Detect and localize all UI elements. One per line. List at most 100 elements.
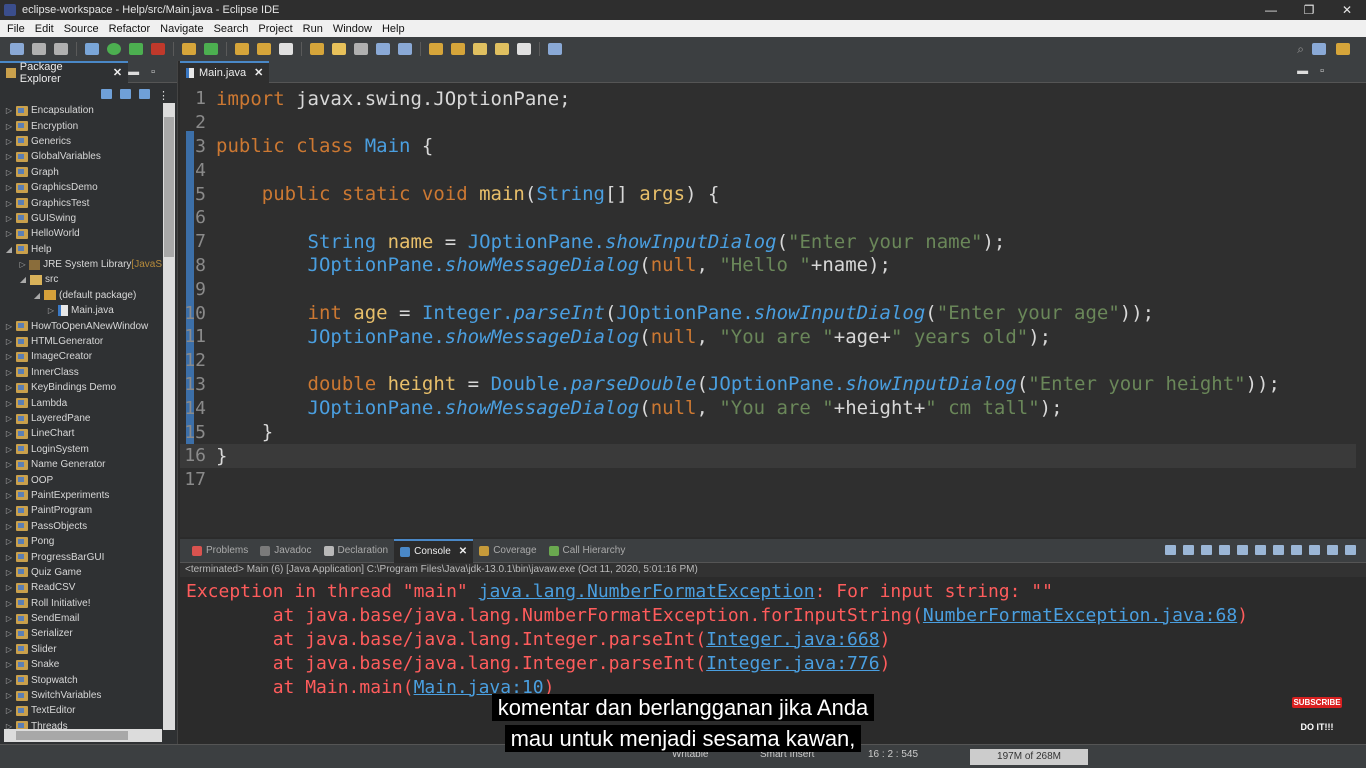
java-perspective-icon[interactable] <box>1336 43 1350 55</box>
menu-navigate[interactable]: Navigate <box>155 23 208 35</box>
tree-item[interactable]: ▷ GlobalVariables <box>0 149 162 164</box>
code-line[interactable]: 15 } <box>180 420 1356 444</box>
expand-arrow-icon[interactable]: ▷ <box>4 122 14 131</box>
view-min-max-icon[interactable]: ▬▫ <box>128 66 167 78</box>
tree-item[interactable]: ▷ Name Generator <box>0 457 162 472</box>
menu-file[interactable]: File <box>2 23 30 35</box>
expand-arrow-icon[interactable]: ▷ <box>4 583 14 592</box>
tree-item[interactable]: ▷ OOP <box>0 472 162 487</box>
expand-arrow-icon[interactable]: ▷ <box>4 322 14 331</box>
show-on-output-icon[interactable] <box>1273 545 1284 555</box>
editor-tab-main-java[interactable]: Main.java ✕ <box>180 60 270 83</box>
menu-edit[interactable]: Edit <box>30 23 59 35</box>
expand-arrow-icon[interactable]: ▷ <box>4 537 14 546</box>
close-tab-icon[interactable]: ✕ <box>459 546 467 557</box>
package-explorer-tab[interactable]: Package Explorer ✕ <box>0 60 129 85</box>
code-line[interactable]: 16} <box>180 443 1356 468</box>
tree-item[interactable]: ▷ GraphicsTest <box>0 195 162 210</box>
forward-icon[interactable] <box>495 43 509 55</box>
tree-vertical-scrollbar[interactable] <box>163 103 175 730</box>
back-icon[interactable] <box>473 43 487 55</box>
code-line[interactable]: 14 JOptionPane.showMessageDialog(null, "… <box>180 396 1356 420</box>
expand-arrow-icon[interactable]: ▷ <box>4 599 14 608</box>
coverage-icon[interactable] <box>129 43 143 55</box>
code-line[interactable]: 1 import javax.swing.JOptionPane; <box>180 87 1356 111</box>
code-line[interactable]: 13 double height = Double.parseDouble(JO… <box>180 373 1356 397</box>
expand-arrow-icon[interactable]: ▷ <box>4 506 14 515</box>
debug-icon[interactable] <box>85 43 99 55</box>
pin-editor-icon[interactable] <box>548 43 562 55</box>
expand-arrow-icon[interactable]: ▷ <box>4 137 14 146</box>
tree-item[interactable]: ▷ GraphicsDemo <box>0 180 162 195</box>
tree-item[interactable]: ▷ ImageCreator <box>0 349 162 364</box>
scrollbar-thumb[interactable] <box>164 117 174 257</box>
tree-item[interactable]: ▷ Serializer <box>0 626 162 641</box>
console-tab-problems[interactable]: Problems <box>186 545 254 556</box>
search-icon[interactable]: ⌕ <box>1297 42 1304 57</box>
menu-run[interactable]: Run <box>298 23 328 35</box>
tree-item[interactable]: ▷ SendEmail <box>0 611 162 626</box>
expand-arrow-icon[interactable]: ▷ <box>4 460 14 469</box>
code-line[interactable]: 2 <box>180 111 1356 135</box>
tree-item[interactable]: ▷ Roll Initiative! <box>0 596 162 611</box>
expand-arrow-icon[interactable]: ▷ <box>4 660 14 669</box>
collapse-arrow-icon[interactable]: ◢ <box>18 275 28 284</box>
minimize-button[interactable]: — <box>1252 0 1290 20</box>
view-menu-icon[interactable]: ⋮ <box>158 89 169 102</box>
expand-arrow-icon[interactable]: ▷ <box>4 199 14 208</box>
tree-item[interactable]: ▷ JRE System Library [JavaS <box>0 257 162 272</box>
stacktrace-link[interactable]: NumberFormatException.java:68 <box>923 605 1237 626</box>
new-java-project-icon[interactable] <box>182 43 196 55</box>
code-line[interactable]: 10 int age = Integer.parseInt(JOptionPan… <box>180 301 1356 325</box>
remove-all-icon[interactable] <box>1201 545 1212 555</box>
tree-item[interactable]: ◢ (default package) <box>0 288 162 303</box>
tree-item[interactable]: ▷ Lambda <box>0 395 162 410</box>
next-annotation-icon[interactable] <box>429 43 443 55</box>
expand-arrow-icon[interactable]: ▷ <box>4 429 14 438</box>
show-whitespace-icon[interactable] <box>376 43 390 55</box>
console-tab-coverage[interactable]: Coverage <box>473 545 542 556</box>
collapse-arrow-icon[interactable]: ◢ <box>32 291 42 300</box>
expand-arrow-icon[interactable]: ▷ <box>4 352 14 361</box>
console-tab-call-hierarchy[interactable]: Call Hierarchy <box>543 545 632 556</box>
new-icon[interactable] <box>10 43 24 55</box>
terminate-icon[interactable] <box>1165 545 1176 555</box>
expand-arrow-icon[interactable]: ▷ <box>4 614 14 623</box>
tree-item[interactable]: ▷ GUISwing <box>0 211 162 226</box>
new-class-icon[interactable] <box>204 43 218 55</box>
expand-arrow-icon[interactable]: ▷ <box>4 414 14 423</box>
close-tab-icon[interactable]: ✕ <box>254 66 263 79</box>
tree-item[interactable]: ▷ Encryption <box>0 118 162 133</box>
tree-item[interactable]: ▷ Stopwatch <box>0 672 162 687</box>
open-task-icon[interactable] <box>257 43 271 55</box>
tree-item[interactable]: ▷ ReadCSV <box>0 580 162 595</box>
block-select-icon[interactable] <box>354 43 368 55</box>
expand-arrow-icon[interactable]: ▷ <box>4 368 14 377</box>
pin-console-icon[interactable] <box>1309 545 1320 555</box>
collapse-all-icon[interactable] <box>101 89 112 99</box>
stacktrace-link[interactable]: Integer.java:668 <box>706 629 879 650</box>
code-line[interactable]: 11 JOptionPane.showMessageDialog(null, "… <box>180 325 1356 349</box>
external-tools-icon[interactable] <box>151 43 165 55</box>
filter-icon[interactable] <box>139 89 150 99</box>
code-line[interactable]: 12 <box>180 349 1356 373</box>
open-type-icon[interactable] <box>235 43 249 55</box>
tree-item[interactable]: ▷ LoginSystem <box>0 442 162 457</box>
code-line[interactable]: 9 <box>180 277 1356 301</box>
tree-item[interactable]: ▷ Graph <box>0 165 162 180</box>
remove-launch-icon[interactable] <box>1183 545 1194 555</box>
tree-item[interactable]: ▷ HowToOpenANewWindow <box>0 318 162 333</box>
close-button[interactable]: ✕ <box>1328 0 1366 20</box>
show-on-error-icon[interactable] <box>1291 545 1302 555</box>
pilcrow-icon[interactable] <box>398 43 412 55</box>
menu-search[interactable]: Search <box>209 23 254 35</box>
expand-arrow-icon[interactable]: ▷ <box>4 568 14 577</box>
scroll-lock-icon[interactable] <box>1237 545 1248 555</box>
code-line[interactable]: 4 <box>180 158 1356 182</box>
expand-arrow-icon[interactable]: ▷ <box>18 260 27 269</box>
code-line[interactable]: 8 JOptionPane.showMessageDialog(null, "H… <box>180 254 1356 278</box>
code-line[interactable]: 3 public class Main { <box>180 135 1356 159</box>
expand-arrow-icon[interactable]: ▷ <box>4 645 14 654</box>
stacktrace-link[interactable]: java.lang.NumberFormatException <box>479 581 815 602</box>
tree-item[interactable]: ▷ PaintExperiments <box>0 488 162 503</box>
